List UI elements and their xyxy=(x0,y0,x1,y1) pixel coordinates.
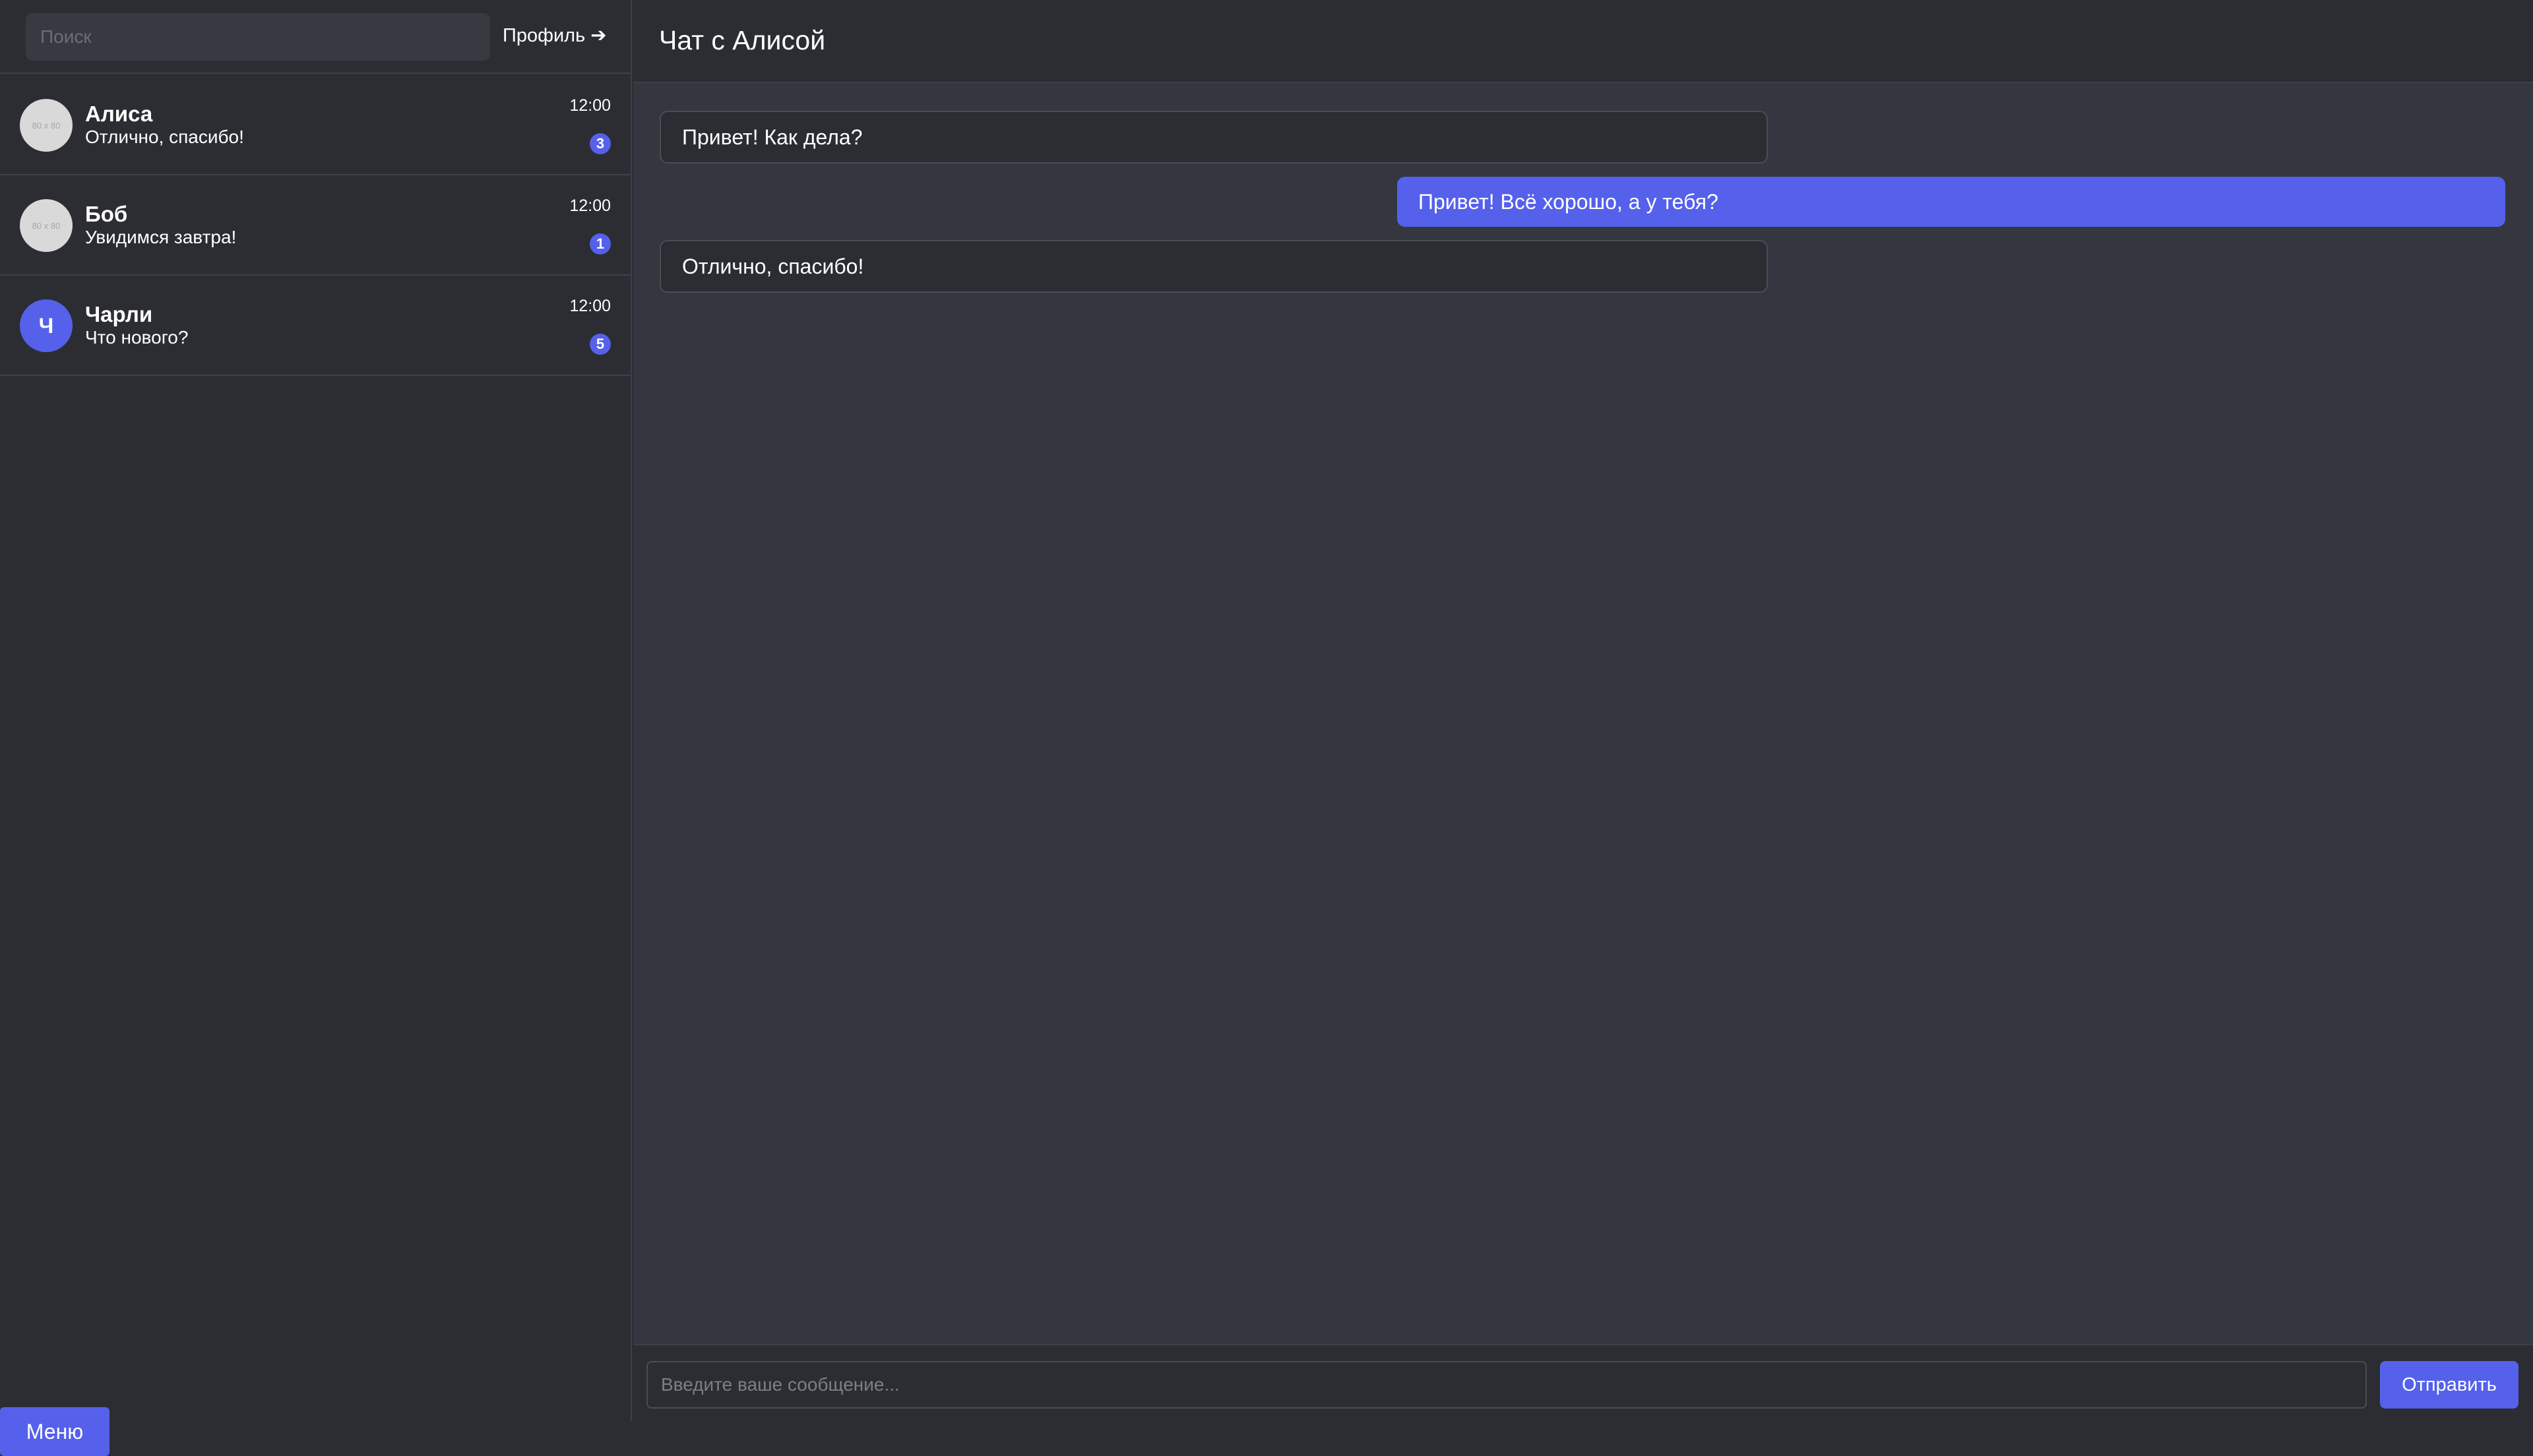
message-composer: Отправить xyxy=(633,1344,2533,1421)
contact-item-alisa[interactable]: 80 x 80 Алиса Отлично, спасибо! 12:00 3 xyxy=(0,75,631,175)
profile-link[interactable]: Профиль ➔ xyxy=(503,24,607,47)
contact-name: Чарли xyxy=(85,302,153,326)
avatar: 80 x 80 xyxy=(20,199,73,252)
contact-time: 12:00 xyxy=(569,197,611,215)
contact-time: 12:00 xyxy=(569,96,611,115)
contact-last-message: Увидимся завтра! xyxy=(85,227,237,247)
contact-item-bob[interactable]: 80 x 80 Боб Увидимся завтра! 12:00 1 xyxy=(0,175,631,276)
contact-name: Алиса xyxy=(85,102,153,126)
unread-badge: 5 xyxy=(590,334,611,355)
message-outgoing: Привет! Всё хорошо, а у тебя? xyxy=(1397,177,2505,227)
unread-badge: 1 xyxy=(590,233,611,255)
avatar: Ч xyxy=(20,299,73,352)
chat-panel: Чат с Алисой Привет! Как дела? Привет! В… xyxy=(633,0,2533,1421)
unread-badge: 3 xyxy=(590,133,611,154)
contact-list: 80 x 80 Алиса Отлично, спасибо! 12:00 3 … xyxy=(0,75,631,376)
search-input[interactable] xyxy=(26,13,490,61)
menu-button[interactable]: Меню xyxy=(0,1407,109,1456)
contact-time: 12:00 xyxy=(569,297,611,315)
contact-name: Боб xyxy=(85,202,128,226)
message-input[interactable] xyxy=(646,1361,2367,1409)
bottom-strip xyxy=(0,1421,2533,1456)
chat-title: Чат с Алисой xyxy=(659,25,826,55)
contact-item-charlie[interactable]: Ч Чарли Что нового? 12:00 5 xyxy=(0,276,631,376)
sidebar-header: Профиль ➔ xyxy=(0,0,631,74)
contact-last-message: Что нового? xyxy=(85,327,189,348)
avatar: 80 x 80 xyxy=(20,99,73,152)
message-incoming: Привет! Как дела? xyxy=(660,111,1768,164)
contact-last-message: Отлично, спасибо! xyxy=(85,127,244,147)
message-incoming: Отлично, спасибо! xyxy=(660,240,1768,293)
send-button[interactable]: Отправить xyxy=(2380,1361,2518,1409)
chat-header: Чат с Алисой xyxy=(633,0,2533,83)
sidebar: Профиль ➔ 80 x 80 Алиса Отлично, спасибо… xyxy=(0,0,632,1421)
